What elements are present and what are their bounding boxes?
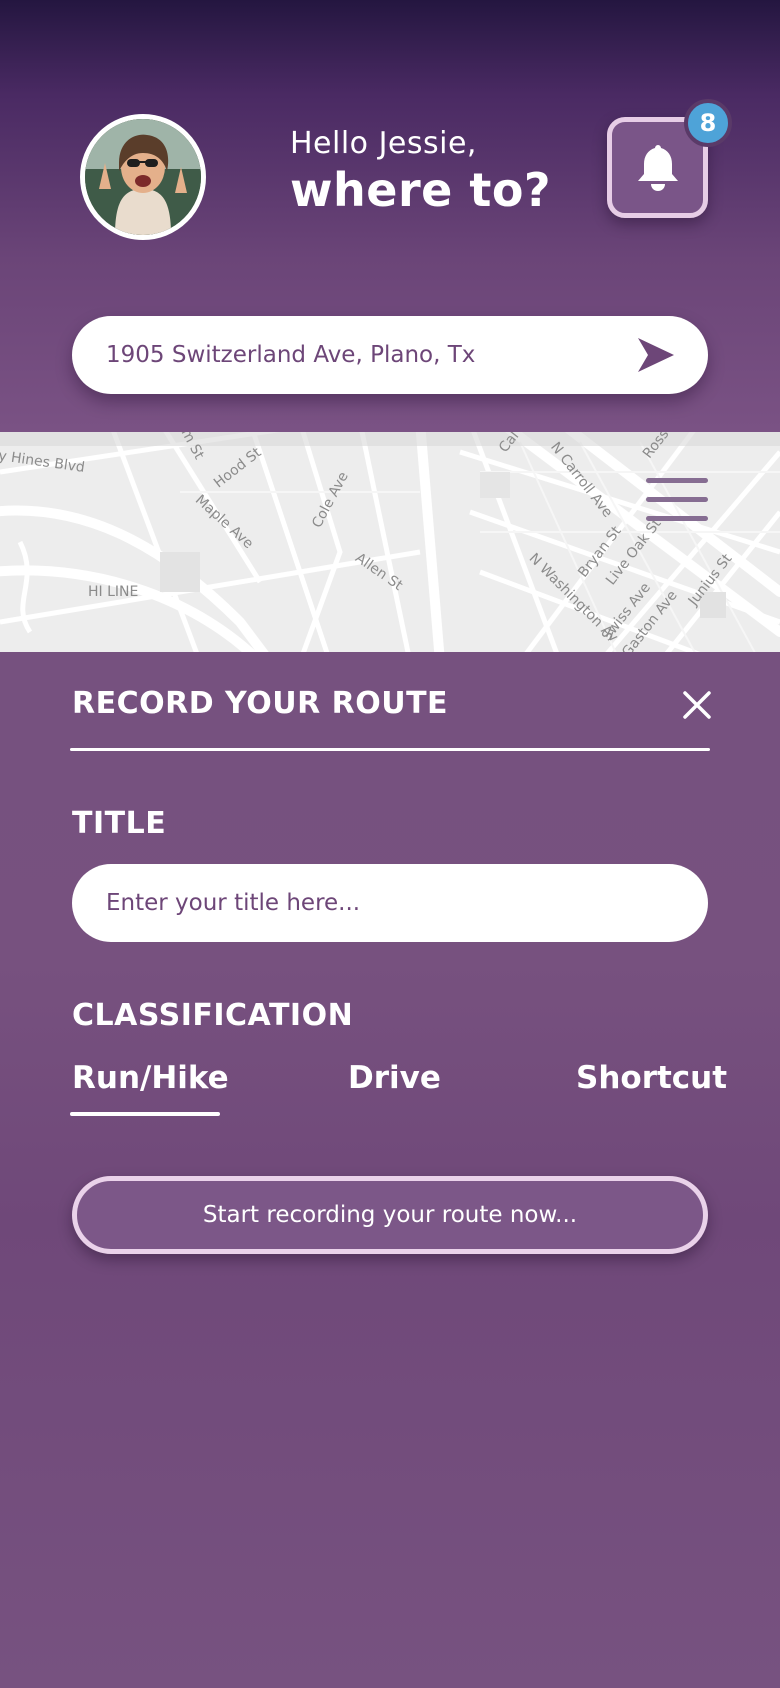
destination-search-field[interactable]: 1905 Switzerland Ave, Plano, Tx [72, 316, 708, 394]
panel-heading: RECORD YOUR ROUTE [72, 686, 449, 721]
menu-line [646, 478, 708, 483]
header: Hello Jessie, where to? 8 1905 Switzerla… [0, 0, 780, 432]
avatar-photo-icon [85, 119, 201, 235]
title-input[interactable] [72, 864, 708, 942]
greeting-hello: Hello Jessie, [290, 126, 477, 161]
map-view[interactable]: y Hines Blvd Hood St Maple Ave Cole Ave … [0, 432, 780, 652]
hamburger-menu-icon[interactable] [646, 478, 708, 528]
close-icon[interactable] [682, 690, 712, 720]
tab-shortcut[interactable]: Shortcut [576, 1060, 727, 1096]
tab-drive[interactable]: Drive [348, 1060, 441, 1096]
title-label: TITLE [72, 806, 167, 841]
map-label: HI LINE [88, 584, 139, 600]
start-recording-button[interactable]: Start recording your route now... [72, 1176, 708, 1254]
user-avatar[interactable] [80, 114, 206, 240]
heading-divider [70, 748, 710, 751]
destination-address[interactable]: 1905 Switzerland Ave, Plano, Tx [106, 316, 475, 394]
send-arrow-icon[interactable] [636, 336, 676, 374]
greeting-where-to: where to? [290, 163, 552, 217]
greeting: Hello Jessie, where to? [290, 126, 551, 217]
tab-run-hike[interactable]: Run/Hike [72, 1060, 229, 1096]
menu-line [646, 516, 708, 521]
bell-icon [637, 144, 678, 191]
selected-tab-indicator [70, 1112, 220, 1116]
notification-count-badge: 8 [684, 99, 732, 147]
menu-line [646, 497, 708, 502]
classification-label: CLASSIFICATION [72, 998, 354, 1033]
record-route-panel: RECORD YOUR ROUTE TITLE CLASSIFICATION R… [0, 652, 780, 1688]
